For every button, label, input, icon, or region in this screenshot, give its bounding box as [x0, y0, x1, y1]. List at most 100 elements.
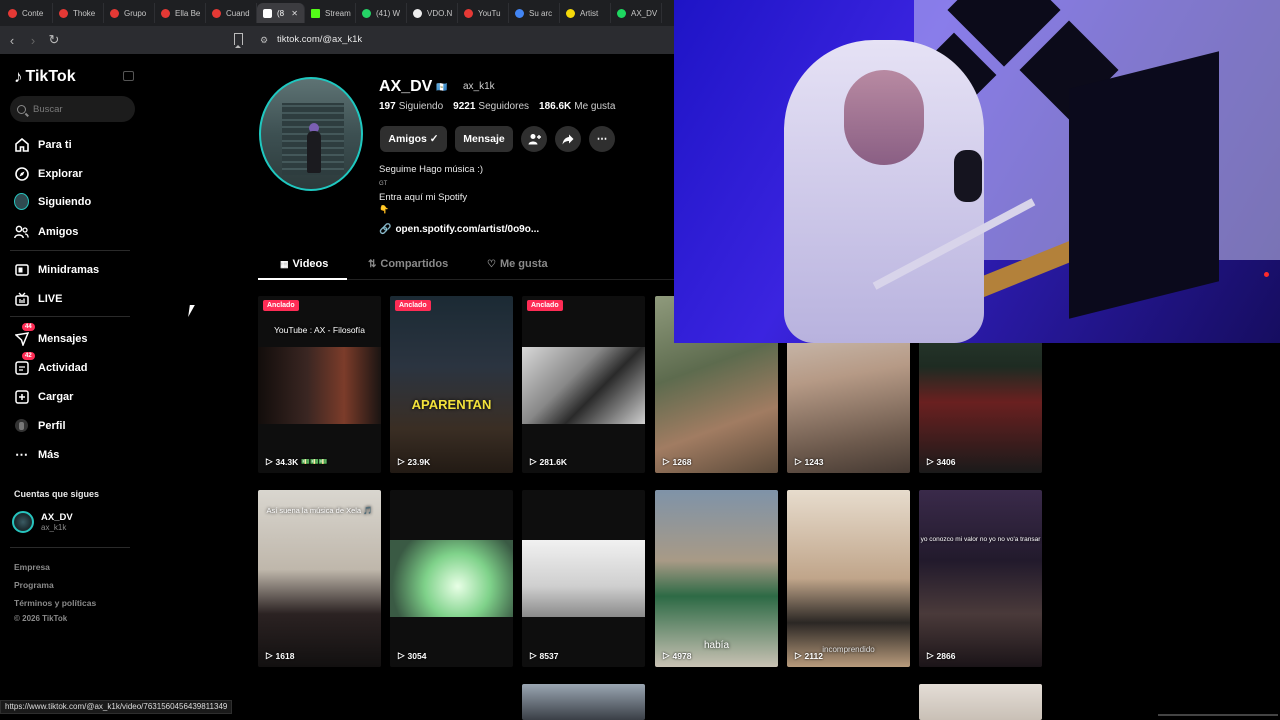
browser-tab[interactable]: Conte — [2, 3, 53, 23]
tab-videos[interactable]: ▦ Videos — [280, 258, 328, 270]
following-account-handle: ax_k1k — [41, 523, 67, 532]
video-caption: Así suena la música de Xela 🎵 — [266, 506, 373, 515]
browser-tab[interactable]: Artist — [560, 3, 611, 23]
video-card[interactable] — [522, 684, 645, 720]
nav-minidramas[interactable]: Minidramas — [14, 262, 99, 277]
browser-tab[interactable]: Cuand — [206, 3, 257, 23]
more-options-icon[interactable]: ⋯ — [589, 126, 615, 152]
add-friend-icon[interactable] — [521, 126, 547, 152]
video-card[interactable]: ▷ 8537 — [522, 490, 645, 667]
site-info-icon[interactable]: ⚙ — [260, 35, 268, 46]
close-tab-icon[interactable]: ✕ — [291, 9, 298, 18]
youtube-icon — [464, 8, 473, 18]
grid-icon: ▦ — [280, 258, 289, 269]
friends-button[interactable]: Amigos ✓ — [380, 126, 447, 152]
address-bar: ‹ › ↻ ⚙ tiktok.com/@ax_k1k — [0, 26, 674, 54]
pinned-badge: Anclado — [263, 300, 299, 311]
following-account-name: AX_DV — [41, 512, 73, 523]
video-card[interactable] — [919, 684, 1042, 720]
video-caption: yo conozco mi valor no yo no vo'a transa… — [920, 536, 1041, 543]
horizontal-scrollbar[interactable] — [1158, 714, 1278, 716]
collapse-sidebar-icon[interactable] — [123, 71, 134, 81]
forward-icon[interactable]: › — [24, 33, 42, 48]
tiktok-logo[interactable]: ♪ TikTok — [14, 67, 76, 87]
footer-link-terms[interactable]: Términos y políticas — [14, 598, 96, 608]
nav-more[interactable]: ⋯ Más — [14, 447, 59, 462]
view-count: ▷ 1268 — [663, 456, 692, 467]
reload-icon[interactable]: ↻ — [45, 32, 63, 48]
spotify-link[interactable]: 🔗 open.spotify.com/artist/0o9o... — [379, 224, 539, 235]
footer-link-program[interactable]: Programa — [14, 580, 54, 590]
tiktok-logo-icon: ♪ — [14, 67, 23, 86]
video-card[interactable]: ▷ 3054 — [390, 490, 513, 667]
profile-icon — [14, 418, 29, 433]
avatar — [12, 511, 34, 533]
flag-emoji-icon: 🇬🇹 — [436, 81, 448, 92]
video-card[interactable]: APARENTAN Anclado ▷ 23.9K — [390, 296, 513, 473]
play-icon: ▷ — [266, 456, 273, 466]
profile-avatar[interactable] — [259, 77, 363, 191]
tiktok-icon — [263, 8, 272, 18]
upload-icon — [14, 389, 29, 404]
video-thumbnail — [522, 347, 645, 424]
view-count: ▷ 4978 — [663, 650, 692, 661]
messages-icon: 44 — [14, 323, 35, 346]
search-box[interactable] — [10, 96, 135, 122]
browser-tab-active[interactable]: (8 ✕ — [257, 3, 305, 23]
video-thumbnail — [522, 684, 645, 720]
browser-tab[interactable]: Thoke — [53, 3, 104, 23]
video-card[interactable]: Anclado ▷ 281.6K — [522, 296, 645, 473]
microphone — [954, 150, 982, 202]
browser-tab[interactable]: AX_DV — [611, 3, 662, 23]
browser-tab[interactable]: VDO.N — [407, 3, 458, 23]
artist-icon — [566, 8, 575, 18]
video-card[interactable]: yo conozco mi valor no yo no vo'a transa… — [919, 490, 1042, 667]
stat-following[interactable]: 197 Siguiendo — [379, 101, 443, 112]
nav-activity[interactable]: 42 Actividad — [14, 352, 88, 375]
search-input[interactable] — [33, 103, 123, 115]
footer-link-company[interactable]: Empresa — [14, 562, 50, 572]
video-thumbnail — [258, 347, 381, 424]
browser-tab[interactable]: YouTu — [458, 3, 509, 23]
webcam-overlay — [674, 0, 1280, 343]
tab-shared[interactable]: ⇅ Compartidos — [368, 258, 448, 270]
following-account[interactable]: AX_DV ax_k1k — [12, 511, 73, 533]
sidebar-divider — [10, 547, 130, 548]
browser-tab[interactable]: (41) W — [356, 3, 407, 23]
nav-following[interactable]: Siguiendo — [14, 193, 91, 210]
nav-live[interactable]: LIVE — [14, 291, 62, 306]
youtube-icon — [161, 8, 170, 18]
nav-explore[interactable]: Explorar — [14, 166, 83, 181]
bookmark-icon[interactable] — [234, 33, 243, 48]
browser-tab[interactable]: Stream — [305, 3, 356, 23]
nav-profile[interactable]: Perfil — [14, 418, 66, 433]
video-card[interactable]: Así suena la música de Xela 🎵 ▷ 1618 — [258, 490, 381, 667]
video-thumbnail — [390, 296, 513, 473]
following-avatar — [14, 193, 29, 210]
avatar-photo-person — [307, 131, 321, 173]
video-card[interactable]: había ▷ 4978 — [655, 490, 778, 667]
nav-friends[interactable]: Amigos — [14, 224, 78, 239]
bio-line: Entra aquí mi Spotify — [379, 192, 468, 203]
kick-icon — [311, 8, 320, 18]
footer-copyright: © 2026 TikTok — [14, 614, 68, 623]
active-tab-indicator — [258, 278, 347, 280]
browser-tab[interactable]: Ella Be — [155, 3, 206, 23]
browser-tab[interactable]: Su arc — [509, 3, 560, 23]
video-card[interactable]: YouTube : AX - Filosofía Anclado ▷ 34.3K 💵… — [258, 296, 381, 473]
back-icon[interactable]: ‹ — [3, 33, 21, 48]
url-text[interactable]: tiktok.com/@ax_k1k — [277, 34, 362, 45]
youtube-icon — [110, 8, 119, 18]
vdo-ninja-icon — [413, 8, 422, 18]
play-icon: ▷ — [927, 650, 934, 660]
share-icon[interactable] — [555, 126, 581, 152]
nav-for-you[interactable]: Para ti — [14, 137, 72, 152]
stat-followers[interactable]: 9221 Seguidores — [453, 101, 529, 112]
play-icon: ▷ — [663, 456, 670, 466]
tab-liked[interactable]: ♡ Me gusta — [487, 258, 548, 270]
nav-upload[interactable]: Cargar — [14, 389, 73, 404]
message-button[interactable]: Mensaje — [455, 126, 513, 152]
video-card[interactable]: incomprendido ▷ 2112 — [787, 490, 910, 667]
nav-messages[interactable]: 44 Mensajes — [14, 323, 88, 346]
browser-tab[interactable]: Grupo — [104, 3, 155, 23]
